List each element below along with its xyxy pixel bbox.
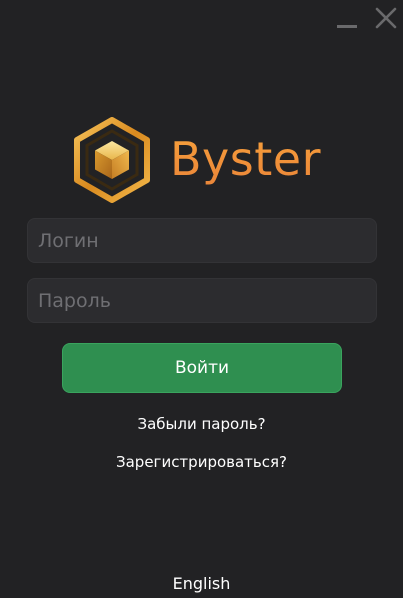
brand-name: Byster	[170, 132, 321, 186]
password-input[interactable]	[27, 278, 377, 323]
login-window: Byster Войти Забыли пароль? Зарегистриро…	[0, 0, 403, 598]
login-button[interactable]: Войти	[62, 343, 342, 393]
language-switch[interactable]: English	[0, 574, 403, 594]
login-input[interactable]	[27, 218, 377, 263]
brand-logo: Byster	[74, 117, 334, 203]
close-icon	[375, 7, 397, 29]
register-link[interactable]: Зарегистрироваться?	[0, 452, 403, 472]
forgot-password-link[interactable]: Забыли пароль?	[0, 414, 403, 434]
minimize-icon	[337, 25, 357, 28]
minimize-button[interactable]	[333, 10, 361, 30]
close-button[interactable]	[372, 4, 400, 32]
gold-hexagon-cube-icon	[74, 117, 150, 203]
